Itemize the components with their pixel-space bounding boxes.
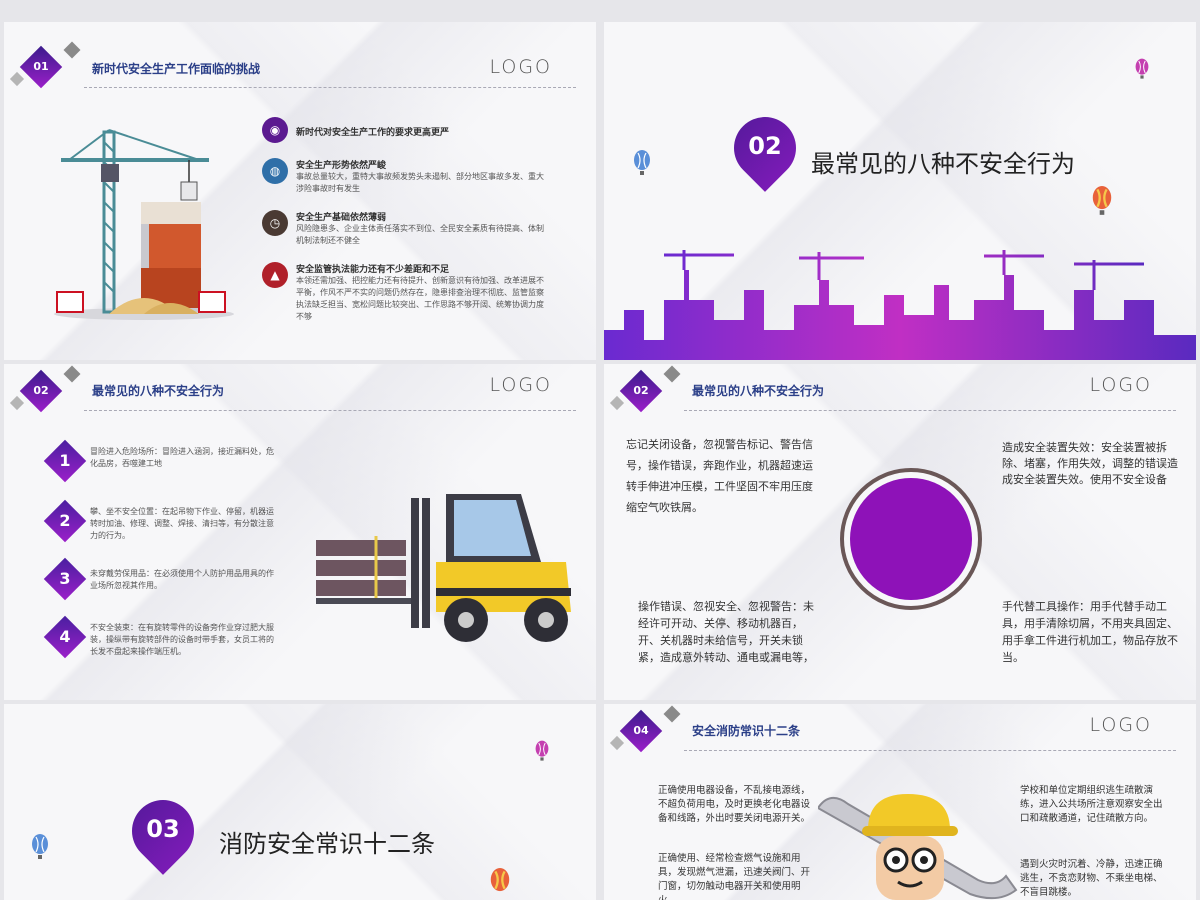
slide-badge: 01 [9,41,81,89]
text-bottom-left: 操作错误、忽视安全、忽视警告：未经许可开动、关停、移动机器百，开、关机器时未给信… [638,600,814,664]
logo: LOGO [1089,714,1152,736]
logo: LOGO [489,56,552,78]
logo: LOGO [1089,374,1152,396]
slide-badge: 04 [609,705,681,753]
slide-title: 安全消防常识十二条 [692,724,801,738]
balloon-icon [1092,186,1112,215]
center-circle [840,468,982,610]
city-skyline-illustration [604,250,1196,360]
forklift-illustration [316,494,571,642]
slide-title: 最常见的八种不安全行为 [692,384,825,398]
header-divider [684,410,1176,411]
crane-illustration [54,129,234,320]
list-item: 1 冒险进入危险场所：冒险进入涵洞，接近漏料处，危化品房，吞噬建工地 [43,439,290,486]
balloon-icon [1135,58,1149,79]
header-divider [84,410,576,411]
text-right-1: 学校和单位定期组织逃生疏散演练，进入公共场所注意观察安全出口和疏散通道，记住疏散… [1020,785,1163,824]
slide-badge: 02 [9,365,81,413]
slide-4: 02 最常见的八种不安全行为 LOGO 忘记关闭设备，忽视警告标记、警告信号，操… [604,364,1196,700]
section-title: 消防安全常识十二条 [219,830,435,858]
globe-icon: ◍ [262,158,288,184]
balloon-icon [535,740,549,761]
balloon-icon [634,150,650,175]
slide-1: 01 新时代安全生产工作面临的挑战 LOGO ◉ 新时代对安全生产工作的要求更高… [4,22,596,360]
list-item: 3 未穿戴劳保用品：在必须使用个人防护用品用具的作业场所忽视其作用。 [43,557,290,604]
list-item: 4 不安全装束：在有旋转零件的设备旁作业穿过肥大服装，操纵带有旋转部件的设备时带… [43,615,290,662]
section-title: 最常见的八种不安全行为 [811,150,1075,178]
header-divider [84,87,576,88]
slide-3: 02 最常见的八种不安全行为 LOGO 1 冒险进入危险场所：冒险进入涵洞，接近… [4,364,596,700]
slide-5: 03 消防安全常识十二条 [4,704,596,900]
balloon-icon [32,834,48,859]
balloon-icon [490,868,510,892]
section-number: 03 [146,815,180,843]
worker-with-wrench-illustration [818,794,1018,900]
text-bottom-right: 手代替工具操作：用手代替手动工具，用手清除切屑，不用夹具固定、用手拿工件进行机加… [1002,600,1178,664]
header-divider [684,750,1176,751]
slide-2: 02 最常见的八种不安全行为 [604,22,1196,360]
slide-badge: 02 [609,365,681,413]
text-left-2: 正确使用、经常检查燃气设施和用具，发现燃气泄漏，迅速关阀门、开门窗，切勿触动电器… [658,853,811,900]
flame-icon: ▲ [262,262,288,288]
section-number: 02 [748,132,782,160]
slide-title: 新时代安全生产工作面临的挑战 [92,62,261,76]
list-item: 2 攀、坐不安全位置：在起吊物下作业、停留，机器运转时加油、修理、调整、焊接、清… [43,499,290,546]
slide-6: 04 安全消防常识十二条 LOGO 正确使用电器设备，不乱接电源线，不超负荷用电… [604,704,1196,900]
clock-icon: ◷ [262,210,288,236]
slide-title: 最常见的八种不安全行为 [92,384,225,398]
text-right-2: 遇到火灾时沉着、冷静，迅速正确逃生，不贪恋财物、不乘坐电梯、不盲目跳楼。 [1020,859,1163,898]
text-top-left: 忘记关闭设备，忽视警告标记、警告信号，操作错误，奔跑作业，机器超速运转手伸进冲压… [626,438,813,514]
eye-icon: ◉ [262,117,288,143]
text-left-1: 正确使用电器设备，不乱接电源线，不超负荷用电，及时更换老化电器设备和线路，外出时… [658,785,811,824]
text-top-right: 造成安全装置失效：安全装置被拆除、堵塞，作用失效，调整的错误造成安全装置失效。使… [1002,441,1178,486]
logo: LOGO [489,374,552,396]
